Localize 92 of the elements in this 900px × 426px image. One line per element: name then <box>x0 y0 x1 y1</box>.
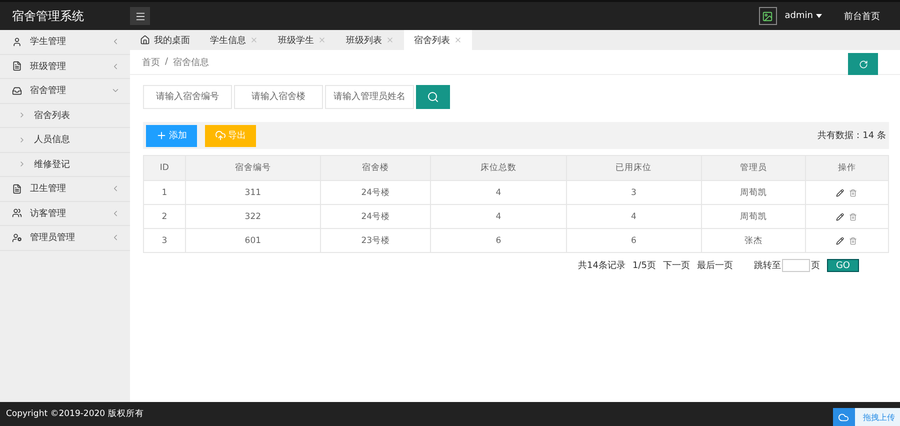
search-icon <box>427 91 439 103</box>
chevron-left-icon <box>111 37 120 46</box>
user-icon <box>12 232 22 243</box>
column-header: 宿舍编号 <box>185 156 321 180</box>
edit-icon[interactable] <box>836 188 844 196</box>
column-header: 已用床位 <box>566 156 702 180</box>
tab[interactable]: 我的桌面 <box>130 30 200 50</box>
tab[interactable]: 班级列表 <box>336 30 404 50</box>
users-icon <box>12 208 22 218</box>
table-cell: 6 <box>566 228 702 252</box>
tab[interactable]: 宿舍列表 <box>404 30 472 50</box>
sidebar-item[interactable]: 班级管理 <box>0 54 130 79</box>
table-cell: 601 <box>185 228 321 252</box>
cloud-icon <box>838 412 850 422</box>
column-header: 管理员 <box>701 156 806 180</box>
home-icon <box>140 35 150 45</box>
plus-icon <box>156 130 167 141</box>
document-icon <box>12 61 22 72</box>
front-page-link[interactable]: 前台首页 <box>844 10 880 22</box>
next-page-link[interactable]: 下一页 <box>662 259 690 272</box>
sidebar-item[interactable]: 宿舍管理 <box>0 79 130 104</box>
close-icon[interactable] <box>386 36 394 44</box>
table-cell: 1 <box>144 180 186 204</box>
table-cell: 23号楼 <box>320 228 431 252</box>
last-page-link[interactable]: 最后一页 <box>696 259 733 272</box>
user-icon <box>12 36 22 47</box>
page-input[interactable] <box>782 259 810 272</box>
sidebar-subitem[interactable]: 维修登记 <box>0 152 130 177</box>
table-cell: 3 <box>144 228 186 252</box>
table-cell: 2 <box>144 204 186 228</box>
table-cell: 4 <box>566 204 702 228</box>
table-cell: 311 <box>185 180 321 204</box>
table-cell: 24号楼 <box>320 180 431 204</box>
chevron-left-icon <box>111 233 120 242</box>
chevron-right-icon <box>18 160 26 168</box>
user-menu[interactable]: admin <box>784 11 822 21</box>
menu-icon <box>134 10 146 22</box>
breadcrumb-item: 宿舍信息 <box>173 56 210 68</box>
jump-label: 跳转至 <box>754 260 781 272</box>
search-button[interactable] <box>416 85 450 109</box>
edit-icon[interactable] <box>836 236 844 244</box>
close-icon[interactable] <box>250 36 258 44</box>
page-unit: 页 <box>810 260 820 272</box>
search-field[interactable]: 请输入宿舍楼 <box>234 85 323 109</box>
table-cell: 周荀凯 <box>701 180 806 204</box>
close-icon[interactable] <box>454 36 462 44</box>
search-field[interactable]: 请输入宿舍编号 <box>143 85 232 109</box>
column-header: 床位总数 <box>430 156 566 180</box>
page-indicator: 1/5页 <box>632 260 656 272</box>
total-count: 共有数据：14 条 <box>818 130 886 142</box>
table-cell: 张杰 <box>701 228 806 252</box>
table-cell: 4 <box>430 180 566 204</box>
search-field[interactable]: 请输入管理员姓名 <box>325 85 414 109</box>
column-header: ID <box>144 156 186 180</box>
breadcrumb-item[interactable]: 首页 <box>142 56 160 68</box>
close-icon[interactable] <box>318 36 326 44</box>
table-cell: 24号楼 <box>320 204 431 228</box>
menu-button[interactable] <box>130 7 150 25</box>
table-cell: 6 <box>430 228 566 252</box>
refresh-button[interactable] <box>848 53 878 75</box>
chevron-left-icon <box>111 208 120 218</box>
table-cell: 322 <box>185 204 321 228</box>
breadcrumb-separator: / <box>165 57 168 67</box>
broken-image-icon <box>758 7 777 25</box>
delete-icon[interactable] <box>849 236 858 244</box>
edit-icon[interactable] <box>836 212 844 220</box>
refresh-icon <box>858 60 868 68</box>
document-icon <box>12 184 22 194</box>
sidebar-subitem[interactable]: 宿舍列表 <box>0 104 130 128</box>
inbox-icon <box>12 86 22 96</box>
column-header: 宿舍楼 <box>320 156 431 180</box>
cloud-upload-icon <box>215 130 226 141</box>
sidebar-item[interactable]: 访客管理 <box>0 202 130 226</box>
copyright-text: Copyright ©2019-2020 版权所有 <box>6 408 144 420</box>
chevron-left-icon <box>111 184 120 194</box>
go-button[interactable]: GO <box>826 259 859 272</box>
table-cell: 4 <box>430 204 566 228</box>
table-cell: 3 <box>566 180 702 204</box>
column-header: 操作 <box>805 156 888 180</box>
delete-icon[interactable] <box>849 188 858 196</box>
sidebar-item[interactable]: 管理员管理 <box>0 226 130 250</box>
tab[interactable]: 学生信息 <box>200 30 268 50</box>
tab[interactable]: 班级学生 <box>268 30 336 50</box>
sidebar-item[interactable]: 卫生管理 <box>0 177 130 202</box>
record-count: 共14条记录 <box>578 260 626 272</box>
app-title: 宿舍管理系统 <box>11 8 85 24</box>
chevron-right-icon <box>18 111 26 120</box>
table-cell: 周荀凯 <box>701 204 806 228</box>
sidebar-subitem[interactable]: 人员信息 <box>0 128 130 152</box>
chevron-right-icon <box>18 136 26 144</box>
chevron-left-icon <box>111 62 120 71</box>
delete-icon[interactable] <box>849 212 858 220</box>
